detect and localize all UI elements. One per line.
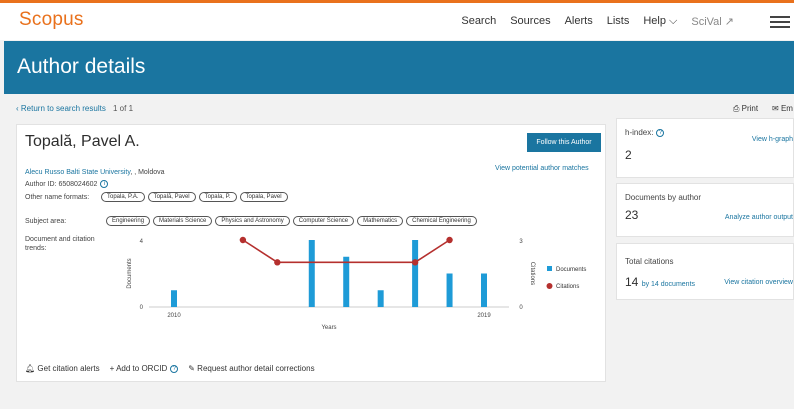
x-tick-label: 2019 (477, 313, 491, 319)
affiliation: Alecu Russo Balti State University, , Mo… (25, 169, 165, 176)
email-label: Em (780, 104, 793, 113)
author-actions: 🔔︎ Get citation alerts + Add to ORCID? ✎… (25, 364, 315, 373)
sub-toolbar: ‹ Return to search results 1 of 1 ⎙ Prin… (0, 96, 794, 120)
view-h-graph-link[interactable]: View h-graph (752, 136, 793, 143)
print-button[interactable]: ⎙ Print (733, 104, 758, 114)
potential-matches-link[interactable]: View potential author matches (495, 165, 589, 172)
trends-label-line2: trends: (25, 245, 47, 252)
subject-chip[interactable]: Materials Science (153, 216, 213, 226)
document-citation-chart: 4 0 3 0 2010 2019 Years Documents Citations Docum… (127, 236, 586, 331)
citation-overview-link[interactable]: View citation overview (724, 279, 793, 286)
documents-label: Documents by author (625, 193, 702, 202)
citations-count: 14 (625, 275, 639, 289)
nav-search[interactable]: Search (461, 15, 496, 28)
other-names-list: Topala, P.A. Topală, Pavel Topala, P. To… (101, 192, 288, 202)
request-corrections-link[interactable]: ✎ Request author detail corrections (188, 364, 314, 373)
citation-alerts-link[interactable]: 🔔︎ Get citation alerts (25, 364, 100, 373)
top-bar: Scopus Search Sources Alerts Lists Help … (0, 0, 794, 40)
nav-lists[interactable]: Lists (607, 15, 630, 28)
citations-point (239, 236, 247, 244)
citations-by-docs[interactable]: by 14 documents (642, 281, 695, 288)
legend-citations-label: Citations (556, 284, 579, 290)
affiliation-country: , , Moldova (130, 169, 165, 176)
right-axis-label: Citations (529, 262, 535, 285)
affiliation-link[interactable]: Alecu Russo Balti State University (25, 169, 130, 176)
citations-card: Total citations 14 by 14 documents View … (616, 243, 794, 300)
help-icon: ? (170, 364, 179, 373)
scopus-logo[interactable]: Scopus (19, 9, 84, 31)
subject-chip[interactable]: Engineering (106, 216, 151, 226)
menu-icon[interactable] (770, 16, 790, 28)
request-corrections-label: Request author detail corrections (197, 364, 315, 373)
subject-chip[interactable]: Computer Science (292, 216, 355, 226)
subject-area-label: Subject area: (25, 218, 67, 225)
legend-documents-label: Documents (556, 267, 586, 273)
print-icon: ⎙ (733, 104, 742, 113)
citations-label: Total citations (625, 257, 674, 266)
h-index-label: h-index:? (625, 128, 665, 137)
nav-sources[interactable]: Sources (510, 15, 550, 28)
bell-icon: 🔔︎ (25, 364, 38, 373)
legend-documents-swatch (547, 266, 552, 271)
nav-scival[interactable]: SciVal ↗ (691, 15, 734, 28)
documents-bar (171, 290, 177, 307)
left-tick-label: 0 (140, 305, 144, 311)
name-chip[interactable]: Topala, P.A. (101, 192, 145, 202)
person-edit-icon: ✎ (188, 364, 198, 373)
info-icon[interactable]: i (100, 180, 109, 188)
author-id-text: Author ID: 6508024602 (25, 180, 98, 188)
citations-point (446, 236, 453, 244)
subject-list: Engineering Materials Science Physics an… (106, 216, 477, 226)
citation-alerts-label: Get citation alerts (37, 364, 100, 373)
add-to-orcid-label: + Add to ORCID (109, 364, 168, 373)
right-tick-label: 0 (519, 305, 523, 311)
result-count: 1 of 1 (113, 104, 134, 113)
nav-alerts[interactable]: Alerts (565, 15, 593, 28)
name-chip[interactable]: Topală, Pavel (147, 192, 196, 202)
print-label: Print (741, 104, 759, 113)
other-names-label: Other name formats: (25, 194, 90, 201)
h-index-value: 2 (625, 148, 632, 162)
follow-author-button[interactable]: Follow this Author (527, 133, 601, 152)
h-index-card: h-index:? 2 View h-graph (616, 118, 794, 178)
documents-card: Documents by author 23 Analyze author ou… (616, 183, 794, 237)
left-axis-label: Documents (127, 258, 133, 288)
top-nav: Search Sources Alerts Lists Help ⌵ SciVa… (461, 15, 734, 28)
documents-bar (412, 240, 419, 307)
documents-bar (481, 273, 487, 307)
author-name: Topală, Pavel A. (25, 133, 140, 150)
page-banner: Author details (4, 41, 794, 94)
documents-bar (343, 256, 350, 307)
nav-help[interactable]: Help ⌵ (643, 15, 677, 28)
subject-chip[interactable]: Physics and Astronomy (215, 216, 290, 226)
documents-value: 23 (625, 208, 639, 222)
info-icon[interactable]: ? (656, 128, 665, 137)
x-tick-label: 2010 (167, 313, 181, 319)
email-icon: ✉ (772, 104, 781, 113)
citations-point (411, 259, 419, 266)
citations-value: 14 by 14 documents (625, 275, 695, 289)
page-title: Author details (17, 55, 146, 78)
add-to-orcid-link[interactable]: + Add to ORCID? (110, 364, 179, 373)
left-tick-label: 4 (140, 239, 144, 245)
author-id: Author ID: 6508024602 i (25, 180, 109, 188)
right-tick-label: 3 (519, 239, 523, 245)
name-chip[interactable]: Topala, Pavel (239, 192, 288, 202)
name-chip[interactable]: Topala, P. (198, 192, 237, 202)
h-index-label-text: h-index: (625, 128, 654, 137)
trends-label-line1: Document and citation (25, 236, 95, 243)
email-button[interactable]: ✉ Em (772, 104, 793, 113)
documents-bar (446, 273, 453, 307)
analyze-output-link[interactable]: Analyze author output (725, 214, 793, 221)
x-axis-label: Years (321, 325, 336, 331)
author-card: Topală, Pavel A. Follow this Author Alec… (16, 124, 606, 382)
legend-citations-swatch (546, 283, 553, 289)
citations-point (274, 259, 281, 266)
subject-chip[interactable]: Mathematics (357, 216, 404, 226)
documents-bar (377, 290, 384, 307)
documents-bar (308, 240, 315, 307)
subject-chip[interactable]: Chemical Engineering (406, 216, 477, 226)
return-to-results-link[interactable]: ‹ Return to search results (16, 104, 106, 113)
